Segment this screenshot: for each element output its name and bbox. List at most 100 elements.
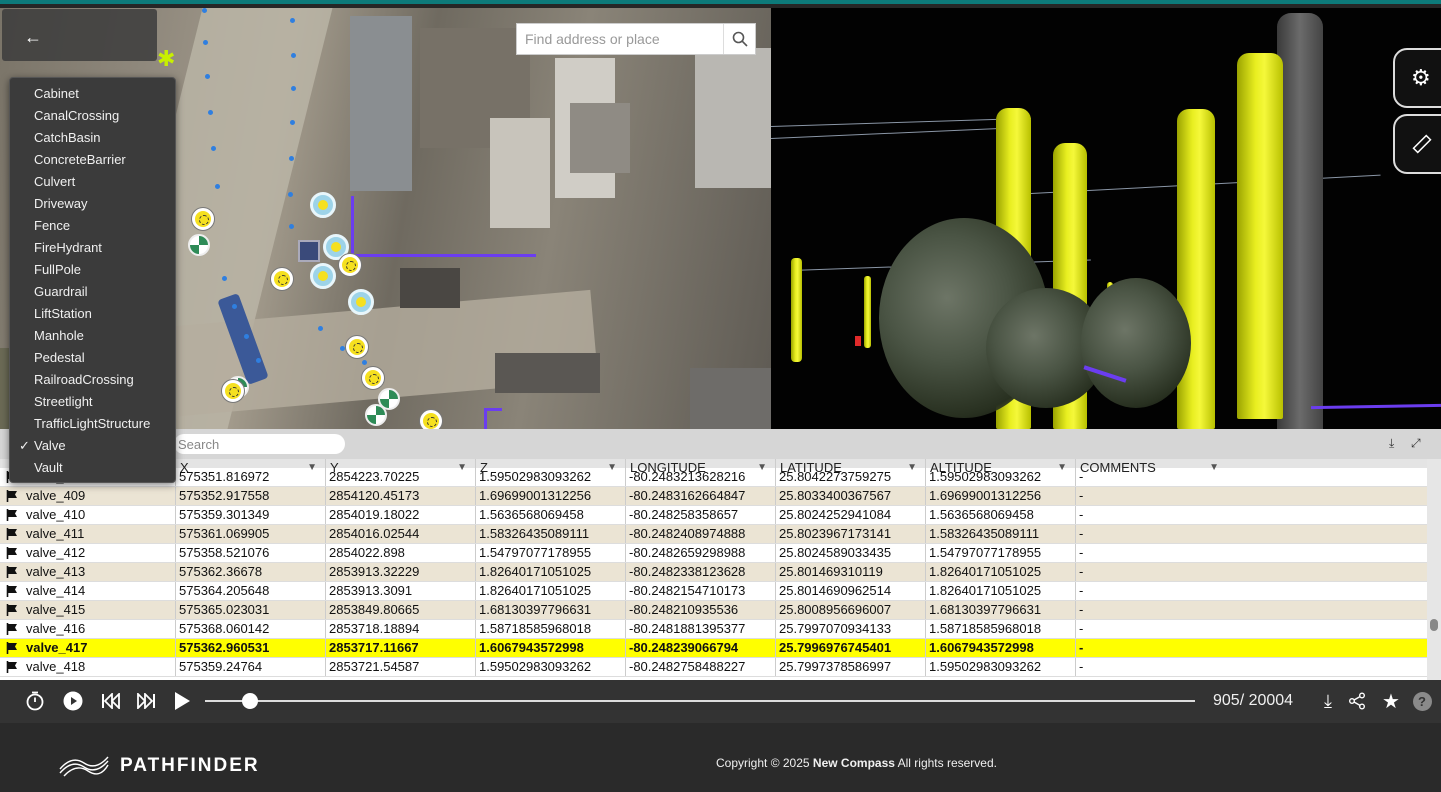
table-search-input[interactable]	[174, 434, 345, 454]
column-header-y[interactable]: Y ▼	[326, 459, 476, 476]
dropdown-item-driveway[interactable]: Driveway	[10, 193, 175, 215]
asset-type-dropdown[interactable]: Cabinet CanalCrossing CatchBasin Concret…	[9, 77, 176, 483]
flag-icon[interactable]	[6, 661, 18, 673]
table-row[interactable]: valve_413 575362.36678 2853913.32229 1.8264…	[0, 563, 1427, 582]
valve-marker[interactable]	[362, 367, 384, 389]
table-row[interactable]: valve_418 575359.24764 2853721.54587 1.5950…	[0, 658, 1427, 677]
cell-text: -	[1079, 602, 1084, 617]
share-icon[interactable]	[1347, 690, 1367, 712]
table-row[interactable]: valve_417 575362.960531 2853717.11667 1.606…	[0, 639, 1427, 658]
dropdown-item-cabinet[interactable]: Cabinet	[10, 83, 175, 105]
valve-marker[interactable]	[346, 336, 368, 358]
valve-marker[interactable]	[192, 208, 214, 230]
table-row[interactable]: valve_412 575358.521076 2854022.898 1.54797…	[0, 544, 1427, 563]
measure-button[interactable]	[1393, 114, 1441, 174]
address-search-button[interactable]	[723, 24, 755, 54]
flag-icon[interactable]	[6, 566, 18, 578]
flag-icon[interactable]	[6, 604, 18, 616]
settings-button[interactable]: ⚙	[1393, 48, 1441, 108]
camera-position-marker[interactable]	[298, 240, 320, 262]
download-icon[interactable]: ⤓	[1318, 690, 1338, 712]
dropdown-item-fullpole[interactable]: FullPole	[10, 259, 175, 281]
dropdown-item-manhole[interactable]: Manhole	[10, 325, 175, 347]
column-header-comments[interactable]: COMMENTS ▼	[1076, 459, 1227, 476]
dropdown-item-culvert[interactable]: Culvert	[10, 171, 175, 193]
play-icon[interactable]	[171, 690, 193, 712]
cell-name: valve_415	[0, 601, 176, 619]
chevron-down-icon: ▼	[1209, 462, 1219, 473]
valve-marker[interactable]	[420, 410, 442, 429]
dropdown-item-trafficlightstructure[interactable]: TrafficLightStructure	[10, 413, 175, 435]
dropdown-item-canalcrossing[interactable]: CanalCrossing	[10, 105, 175, 127]
timeline-slider[interactable]	[205, 693, 1195, 709]
dropdown-item-streetlight[interactable]: Streetlight	[10, 391, 175, 413]
dropdown-item-liftstation[interactable]: LiftStation	[10, 303, 175, 325]
valve-marker[interactable]	[271, 268, 293, 290]
cell-value: 575368.060142	[176, 620, 326, 638]
dropdown-item-concretebarrier[interactable]: ConcreteBarrier	[10, 149, 175, 171]
flag-icon[interactable]	[6, 642, 18, 654]
column-header-altitude[interactable]: ALTITUDE ▼	[926, 459, 1076, 476]
column-header-latitude[interactable]: LATITUDE ▼	[776, 459, 926, 476]
help-icon[interactable]: ?	[1412, 690, 1432, 712]
table-toolbar: ⤓ ⤢	[0, 429, 1441, 459]
scrollbar-thumb[interactable]	[1430, 619, 1438, 631]
manhole-marker[interactable]	[310, 192, 336, 218]
dropdown-item-railroadcrossing[interactable]: RailroadCrossing	[10, 369, 175, 391]
table-row[interactable]: valve_415 575365.023031 2853849.80665 1.681…	[0, 601, 1427, 620]
timeline-slider-thumb[interactable]	[241, 693, 258, 709]
star-icon[interactable]: ★	[1381, 690, 1401, 713]
column-header-longitude[interactable]: LONGITUDE ▼	[626, 459, 776, 476]
valve-marker[interactable]	[339, 254, 361, 276]
flag-icon[interactable]	[6, 509, 18, 521]
table-row[interactable]: valve_411 575361.069905 2854016.02544 1.583…	[0, 525, 1427, 544]
address-search-input[interactable]	[517, 24, 723, 54]
fire-hydrant-marker[interactable]	[365, 404, 387, 426]
dropdown-item-valve[interactable]: ✓ Valve	[10, 435, 175, 457]
cell-value: 25.7997378586997	[776, 658, 926, 676]
stopwatch-icon[interactable]	[24, 690, 46, 712]
table-row[interactable]: valve_416 575368.060142 2853718.18894 1.587…	[0, 620, 1427, 639]
back-button[interactable]: ←	[2, 9, 157, 61]
chevron-down-icon: ▼	[307, 462, 317, 473]
table-row[interactable]: valve_414 575364.205648 2853913.3091 1.8264…	[0, 582, 1427, 601]
cell-value: -80.2481881395377	[626, 620, 776, 638]
cell-value: 1.59502983093262	[476, 658, 626, 676]
flag-icon[interactable]	[6, 585, 18, 597]
download-icon[interactable]: ⤓	[1389, 436, 1403, 450]
manhole-marker[interactable]	[348, 289, 374, 315]
utility-line	[351, 254, 536, 257]
skip-back-icon[interactable]	[100, 690, 122, 712]
table-row[interactable]: valve_410 575359.301349 2854019.18022 1.563…	[0, 506, 1427, 525]
skip-forward-icon[interactable]	[135, 690, 157, 712]
yellow-pole	[864, 276, 871, 348]
column-label: Z	[480, 460, 488, 475]
dropdown-item-pedestal[interactable]: Pedestal	[10, 347, 175, 369]
dropdown-item-firehydrant[interactable]: FireHydrant	[10, 237, 175, 259]
expand-icon[interactable]: ⤢	[1411, 436, 1425, 450]
dropdown-item-catchbasin[interactable]: CatchBasin	[10, 127, 175, 149]
cell-text: -80.248210935536	[629, 602, 739, 617]
table-row[interactable]: valve_409 575352.917558 2854120.45173 1.696…	[0, 487, 1427, 506]
flag-icon[interactable]	[6, 528, 18, 540]
building	[695, 48, 771, 188]
flag-icon[interactable]	[6, 623, 18, 635]
manhole-marker[interactable]	[310, 263, 336, 289]
cell-text: 25.8014690962514	[779, 583, 892, 598]
flag-icon[interactable]	[6, 547, 18, 559]
point-cloud-view[interactable]: ⚙	[771, 8, 1441, 429]
column-header-x[interactable]: X ▼	[176, 459, 326, 476]
column-header-z[interactable]: Z ▼	[476, 459, 626, 476]
flag-icon[interactable]	[6, 490, 18, 502]
cell-value: -80.248210935536	[626, 601, 776, 619]
cell-text: 2853721.54587	[329, 659, 420, 674]
table-scrollbar[interactable]	[1427, 459, 1441, 680]
dropdown-item-guardrail[interactable]: Guardrail	[10, 281, 175, 303]
cell-text: -	[1079, 545, 1084, 560]
dropdown-item-vault[interactable]: Vault	[10, 457, 175, 479]
play-circle-icon[interactable]	[62, 690, 84, 712]
valve-marker[interactable]	[222, 380, 244, 402]
dropdown-item-fence[interactable]: Fence	[10, 215, 175, 237]
fire-hydrant-marker[interactable]	[188, 234, 210, 256]
brand-logo[interactable]: PATHFINDER	[58, 755, 260, 777]
